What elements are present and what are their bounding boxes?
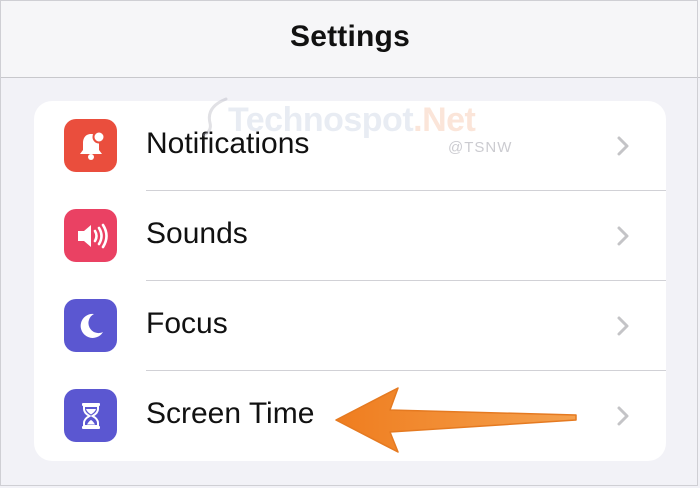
navigation-bar: Settings bbox=[0, 0, 700, 78]
moon-icon bbox=[64, 299, 117, 352]
chevron-right-icon bbox=[617, 316, 629, 336]
hourglass-icon bbox=[64, 389, 117, 442]
settings-row-sounds[interactable]: Sounds bbox=[34, 191, 666, 281]
bell-badge-icon bbox=[64, 119, 117, 172]
row-label: Focus bbox=[146, 307, 228, 340]
settings-row-focus[interactable]: Focus bbox=[34, 281, 666, 371]
row-label: Sounds bbox=[146, 217, 248, 250]
chevron-right-icon bbox=[617, 226, 629, 246]
settings-row-notifications[interactable]: Notifications bbox=[34, 101, 666, 191]
page-title: Settings bbox=[290, 20, 410, 53]
row-label: Screen Time bbox=[146, 397, 315, 430]
speaker-icon bbox=[64, 209, 117, 262]
chevron-right-icon bbox=[617, 136, 629, 156]
chevron-right-icon bbox=[617, 406, 629, 426]
annotation-arrow bbox=[335, 387, 577, 453]
row-label: Notifications bbox=[146, 127, 310, 160]
